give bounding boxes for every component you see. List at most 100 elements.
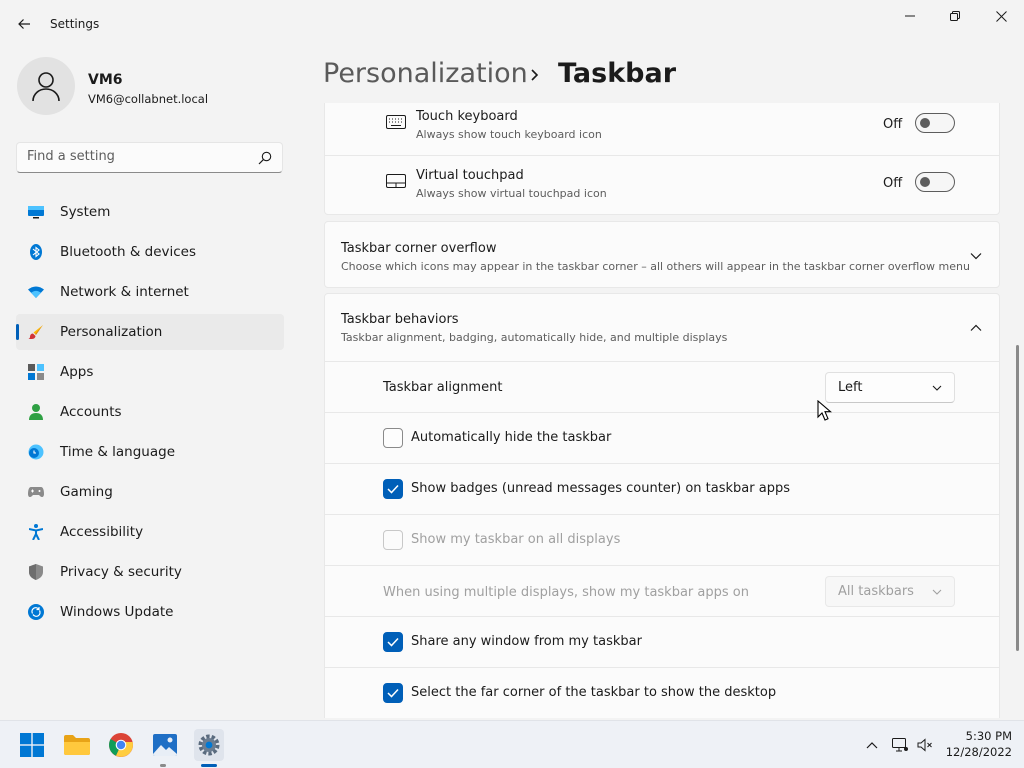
close-icon <box>995 10 1007 22</box>
restore-button[interactable] <box>932 2 978 30</box>
active-indicator <box>201 764 217 767</box>
far-corner-label: Select the far corner of the taskbar to … <box>411 685 777 700</box>
sidebar-item-personalization[interactable]: Personalization <box>16 314 284 350</box>
apps-icon <box>28 364 44 380</box>
file-explorer-icon <box>64 735 90 755</box>
touch-keyboard-title: Touch keyboard <box>416 109 518 124</box>
sidebar-item-bluetooth[interactable]: Bluetooth & devices <box>16 234 284 270</box>
touch-keyboard-state: Off <box>883 117 903 132</box>
checkmark-icon <box>387 484 399 494</box>
touchpad-icon <box>386 174 406 188</box>
volume-tray-button[interactable] <box>917 737 933 753</box>
search-box[interactable] <box>16 142 283 173</box>
brush-icon <box>28 324 44 340</box>
row-divider <box>325 667 1000 668</box>
sidebar-item-network[interactable]: Network & internet <box>16 274 284 310</box>
share-window-checkbox[interactable] <box>383 632 403 652</box>
virtual-touchpad-state: Off <box>883 176 903 191</box>
all-displays-checkbox[interactable] <box>383 530 403 550</box>
sidebar-item-label: Privacy & security <box>60 564 182 580</box>
settings-icon <box>198 734 220 756</box>
clock-time: 5:30 PM <box>965 729 1012 743</box>
update-icon <box>28 604 44 620</box>
row-divider <box>325 616 1000 617</box>
network-tray-button[interactable] <box>892 737 908 753</box>
sidebar-item-label: Time & language <box>60 444 176 460</box>
multi-display-dropdown[interactable]: All taskbars <box>825 576 955 607</box>
checkmark-icon <box>387 637 399 647</box>
accessibility-icon <box>28 524 44 540</box>
sidebar-item-accessibility[interactable]: Accessibility <box>16 514 284 550</box>
mouse-cursor-icon <box>817 400 832 421</box>
taskbar-alignment-dropdown[interactable]: Left <box>825 372 955 403</box>
virtual-touchpad-title: Virtual touchpad <box>416 168 524 183</box>
sidebar-nav: System Bluetooth & devices Network & int… <box>16 194 284 634</box>
keyboard-icon <box>386 115 406 129</box>
sidebar-item-gaming[interactable]: Gaming <box>16 474 284 510</box>
taskbar-behaviors-subtitle: Taskbar alignment, badging, automaticall… <box>341 331 728 344</box>
row-divider <box>325 361 1000 362</box>
badges-checkbox[interactable] <box>383 479 403 499</box>
start-icon <box>20 733 44 757</box>
volume-muted-icon <box>917 738 932 752</box>
search-icon[interactable] <box>258 151 272 165</box>
chrome-button[interactable] <box>107 731 135 759</box>
shield-icon <box>28 564 44 580</box>
chrome-icon <box>109 733 133 757</box>
taskbar: 5:30 PM 12/28/2022 <box>0 720 1024 768</box>
corner-overflow-card[interactable]: Taskbar corner overflow Choose which ico… <box>324 221 1000 288</box>
chevron-down-icon <box>932 589 942 595</box>
far-corner-checkbox[interactable] <box>383 683 403 703</box>
sidebar-item-label: Apps <box>60 364 94 380</box>
settings-content: Touch keyboard Always show touch keyboar… <box>324 103 1000 718</box>
multi-display-label: When using multiple displays, show my ta… <box>383 585 749 600</box>
auto-hide-checkbox[interactable] <box>383 428 403 448</box>
minimize-button[interactable] <box>887 2 933 30</box>
file-explorer-button[interactable] <box>63 731 91 759</box>
sidebar-item-label: System <box>60 204 111 220</box>
close-button[interactable] <box>978 2 1024 30</box>
sidebar-item-apps[interactable]: Apps <box>16 354 284 390</box>
app-title: Settings <box>50 17 100 31</box>
auto-hide-label: Automatically hide the taskbar <box>411 430 612 445</box>
taskbar-behaviors-card: Taskbar behaviors Taskbar alignment, bad… <box>324 293 1000 718</box>
start-button[interactable] <box>18 731 46 759</box>
sidebar-item-accounts[interactable]: Accounts <box>16 394 284 430</box>
minimize-icon <box>905 15 915 17</box>
corner-overflow-subtitle: Choose which icons may appear in the tas… <box>341 260 970 273</box>
sidebar-item-time-language[interactable]: Time & language <box>16 434 284 470</box>
scrollbar-thumb[interactable] <box>1016 345 1019 651</box>
running-indicator <box>160 764 166 767</box>
settings-button[interactable] <box>195 731 223 759</box>
breadcrumb-parent[interactable]: Personalization <box>323 58 528 89</box>
sidebar-item-system[interactable]: System <box>16 194 284 230</box>
search-input[interactable] <box>27 149 247 164</box>
touch-keyboard-toggle[interactable] <box>915 113 955 133</box>
sidebar-item-label: Network & internet <box>60 284 189 300</box>
row-divider <box>325 412 1000 413</box>
chevron-up-icon <box>866 742 878 749</box>
sidebar-item-privacy[interactable]: Privacy & security <box>16 554 284 590</box>
chevron-up-icon[interactable] <box>969 321 983 335</box>
virtual-touchpad-toggle[interactable] <box>915 172 955 192</box>
show-hidden-icons-button[interactable] <box>864 737 880 753</box>
back-arrow-icon <box>18 19 30 29</box>
page-title: Taskbar <box>558 58 677 89</box>
back-button[interactable] <box>10 10 38 38</box>
virtual-touchpad-subtitle: Always show virtual touchpad icon <box>416 187 607 200</box>
wifi-icon <box>28 284 44 300</box>
corner-overflow-title: Taskbar corner overflow <box>341 241 497 256</box>
sidebar-item-label: Bluetooth & devices <box>60 244 197 260</box>
sidebar-item-label: Accessibility <box>60 524 144 540</box>
chevron-down-icon[interactable] <box>969 249 983 263</box>
row-divider <box>325 514 1000 515</box>
all-displays-label: Show my taskbar on all displays <box>411 532 621 547</box>
toggle-knob <box>920 177 930 187</box>
taskbar-clock[interactable]: 5:30 PM 12/28/2022 <box>942 728 1012 760</box>
chevron-right-icon <box>531 69 539 81</box>
photos-button[interactable] <box>151 731 179 759</box>
chevron-down-icon <box>932 385 942 391</box>
sidebar-item-windows-update[interactable]: Windows Update <box>16 594 284 630</box>
avatar[interactable] <box>17 57 75 115</box>
dropdown-value: All taskbars <box>838 584 914 599</box>
